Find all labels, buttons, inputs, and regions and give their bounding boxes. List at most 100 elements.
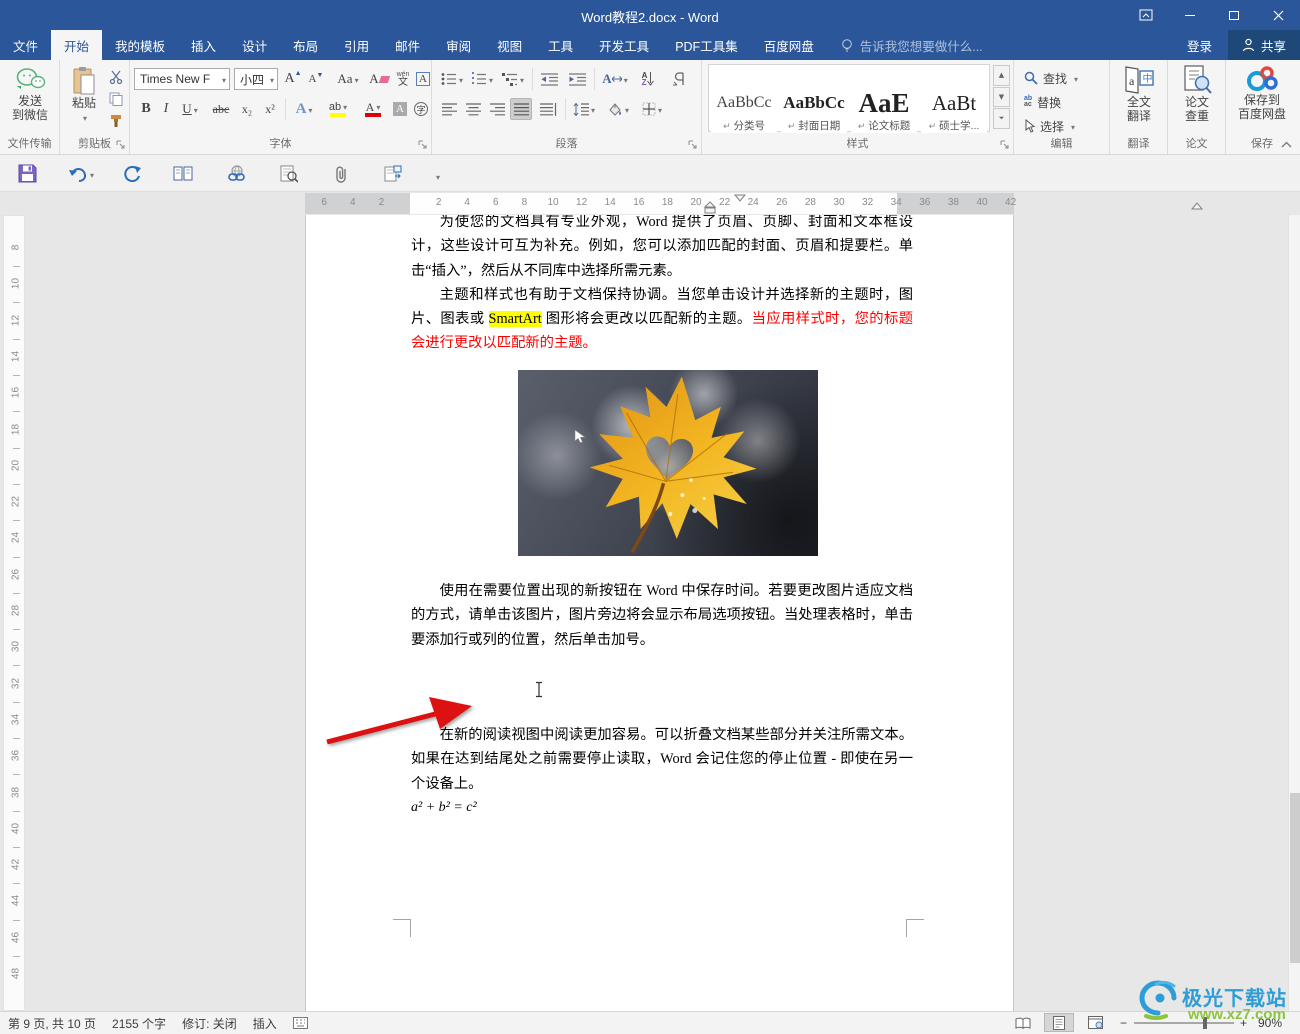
tab-layout[interactable]: 布局 <box>280 30 331 60</box>
styles-scroll-down-icon[interactable]: ▼ <box>993 86 1010 108</box>
clear-formatting-button[interactable]: A <box>368 68 390 90</box>
line-spacing-button[interactable] <box>569 98 599 120</box>
close-button[interactable] <box>1256 0 1300 30</box>
tab-references[interactable]: 引用 <box>331 30 382 60</box>
style-card-4[interactable]: AaBt 硕士学... <box>921 71 987 133</box>
tab-tools[interactable]: 工具 <box>535 30 586 60</box>
style-card-3[interactable]: AaE 论文标题 <box>851 71 917 133</box>
grow-font-button[interactable]: A ▲ <box>282 68 304 90</box>
align-left-button[interactable] <box>438 98 460 120</box>
font-size-combo[interactable]: 小四 <box>234 68 278 90</box>
underline-button[interactable]: U <box>176 98 204 120</box>
undo-dropdown-icon[interactable] <box>88 165 94 183</box>
minimize-button[interactable] <box>1168 0 1212 30</box>
format-painter-button[interactable] <box>106 112 126 130</box>
insert-page-button[interactable] <box>378 160 408 187</box>
align-right-button[interactable] <box>486 98 508 120</box>
scrollbar-thumb[interactable] <box>1290 793 1300 963</box>
text-effects-dropdown-icon[interactable] <box>306 101 312 118</box>
align-center-button[interactable] <box>462 98 484 120</box>
styles-dialog-launcher-icon[interactable] <box>1000 140 1010 150</box>
save-to-baidu-pan-button[interactable]: 保存到 百度网盘 <box>1232 65 1292 121</box>
tab-home[interactable]: 开始 <box>51 30 103 60</box>
enclose-characters-button[interactable]: 字 <box>411 98 431 120</box>
equation[interactable]: a² + b² = c² <box>411 796 913 820</box>
show-marks-button[interactable] <box>666 68 692 90</box>
page-indicator[interactable]: 第 9 页, 共 10 页 <box>8 1015 96 1032</box>
superscript-button[interactable]: x² <box>259 98 281 120</box>
full-text-translate-button[interactable]: a 中 全文 翻译 <box>1114 65 1164 123</box>
word-count[interactable]: 2155 个字 <box>112 1015 166 1032</box>
leaf-image[interactable] <box>518 370 818 556</box>
underline-dropdown-icon[interactable] <box>192 101 198 117</box>
paragraph-block-2[interactable]: 使用在需要位置出现的新按钮在 Word 中保存时间。若要更改图片适应文档的方式，… <box>411 579 913 652</box>
scaling-dropdown-icon[interactable] <box>622 70 628 88</box>
font-name-combo[interactable]: Times New F <box>134 68 230 90</box>
read-mode-button[interactable] <box>1008 1013 1038 1032</box>
left-indent-marker[interactable] <box>704 201 716 215</box>
cut-button[interactable] <box>106 68 126 86</box>
thesis-check-button[interactable]: 论文 查重 <box>1172 65 1222 123</box>
copy-button[interactable] <box>106 90 126 108</box>
paragraph-1[interactable]: 为使您的文档具有专业外观，Word 提供了页眉、页脚、封面和文本框设计，这些设计… <box>411 215 913 283</box>
italic-button[interactable]: I <box>157 98 175 120</box>
find-dropdown-icon[interactable] <box>1072 71 1078 85</box>
ribbon-display-options-icon[interactable] <box>1124 0 1168 30</box>
paragraph-dialog-launcher-icon[interactable] <box>688 140 698 150</box>
tab-developer[interactable]: 开发工具 <box>586 30 662 60</box>
tab-view[interactable]: 视图 <box>484 30 535 60</box>
numbering-button[interactable] <box>468 68 496 90</box>
tell-me-box[interactable]: 告诉我您想要做什么... <box>841 30 983 60</box>
justify-button[interactable] <box>510 98 532 120</box>
multilevel-dropdown-icon[interactable] <box>518 70 524 88</box>
tab-insert[interactable]: 插入 <box>178 30 229 60</box>
paragraph-block-1[interactable]: 为使您的文档具有专业外观，Word 提供了页眉、页脚、封面和文本框设计，这些设计… <box>411 215 913 356</box>
increase-indent-button[interactable] <box>564 68 590 90</box>
style-card-1[interactable]: AaBbCc 分类号 <box>711 71 777 133</box>
style-card-2[interactable]: AaBbCc 封面日期 <box>781 71 847 133</box>
distribute-button[interactable] <box>535 98 561 120</box>
paste-button[interactable]: 粘贴 <box>65 66 103 124</box>
clipboard-dialog-launcher-icon[interactable] <box>116 140 126 150</box>
send-to-wechat-button[interactable]: 发送 到微信 <box>6 66 54 122</box>
sign-in-button[interactable]: 登录 <box>1171 30 1228 60</box>
multilevel-list-button[interactable] <box>498 68 528 90</box>
bullets-button[interactable] <box>438 68 466 90</box>
bold-button[interactable]: B <box>136 98 156 120</box>
zoom-out-button[interactable]: − <box>1120 1016 1127 1030</box>
tab-file[interactable]: 文件 <box>0 30 51 60</box>
vertical-scrollbar[interactable] <box>1288 193 1300 1011</box>
right-indent-marker[interactable] <box>1191 201 1203 215</box>
select-dropdown-icon[interactable] <box>1069 119 1075 133</box>
qat-customize-icon[interactable] <box>434 167 440 185</box>
styles-more-icon[interactable]: ⏷ <box>993 108 1010 130</box>
paragraph-3[interactable]: 使用在需要位置出现的新按钮在 Word 中保存时间。若要更改图片适应文档的方式，… <box>411 579 913 652</box>
paragraph-2[interactable]: 主题和样式也有助于文档保持协调。当您单击设计并选择新的主题时，图片、图表或 Sm… <box>411 283 913 356</box>
borders-button[interactable] <box>637 98 667 120</box>
save-button[interactable] <box>12 160 42 187</box>
decrease-indent-button[interactable] <box>536 68 562 90</box>
vertical-ruler[interactable]: 8 10 12 14 16 18 20 22 24 26 28 30 32 34 36 38 40 42 44 46 4… <box>3 215 25 1011</box>
insert-mode[interactable]: 插入 <box>253 1015 277 1032</box>
line-spacing-dropdown-icon[interactable] <box>589 100 595 118</box>
track-changes-status[interactable]: 修订: 关闭 <box>182 1015 237 1032</box>
shading-dropdown-icon[interactable] <box>623 100 629 118</box>
document-page[interactable]: 为使您的文档具有专业外观，Word 提供了页眉、页脚、封面和文本框设计，这些设计… <box>305 215 1014 1011</box>
paragraph-4[interactable]: 在新的阅读视图中阅读更加容易。可以折叠文档某些部分并关注所需文本。如果在达到结尾… <box>411 723 913 796</box>
find-button[interactable]: 查找 <box>1024 67 1078 89</box>
tab-my-templates[interactable]: 我的模板 <box>102 30 178 60</box>
tab-baidu-pan[interactable]: 百度网盘 <box>751 30 827 60</box>
print-layout-button[interactable] <box>1044 1013 1074 1032</box>
tab-pdf-tools[interactable]: PDF工具集 <box>662 30 751 60</box>
share-button[interactable]: 共享 <box>1227 30 1300 60</box>
text-effects-button[interactable]: A <box>289 98 319 120</box>
font-name-dropdown-icon[interactable] <box>220 72 226 86</box>
replace-button[interactable]: ab ac 替换 <box>1024 91 1061 113</box>
highlight-color-button[interactable]: ab <box>322 98 354 120</box>
two-page-view-button[interactable] <box>168 160 198 187</box>
tab-mailings[interactable]: 邮件 <box>382 30 433 60</box>
bullets-dropdown-icon[interactable] <box>457 70 463 88</box>
paragraph-block-3[interactable]: 在新的阅读视图中阅读更加容易。可以折叠文档某些部分并关注所需文本。如果在达到结尾… <box>411 723 913 820</box>
maximize-button[interactable] <box>1212 0 1256 30</box>
redo-button[interactable] <box>118 160 148 187</box>
